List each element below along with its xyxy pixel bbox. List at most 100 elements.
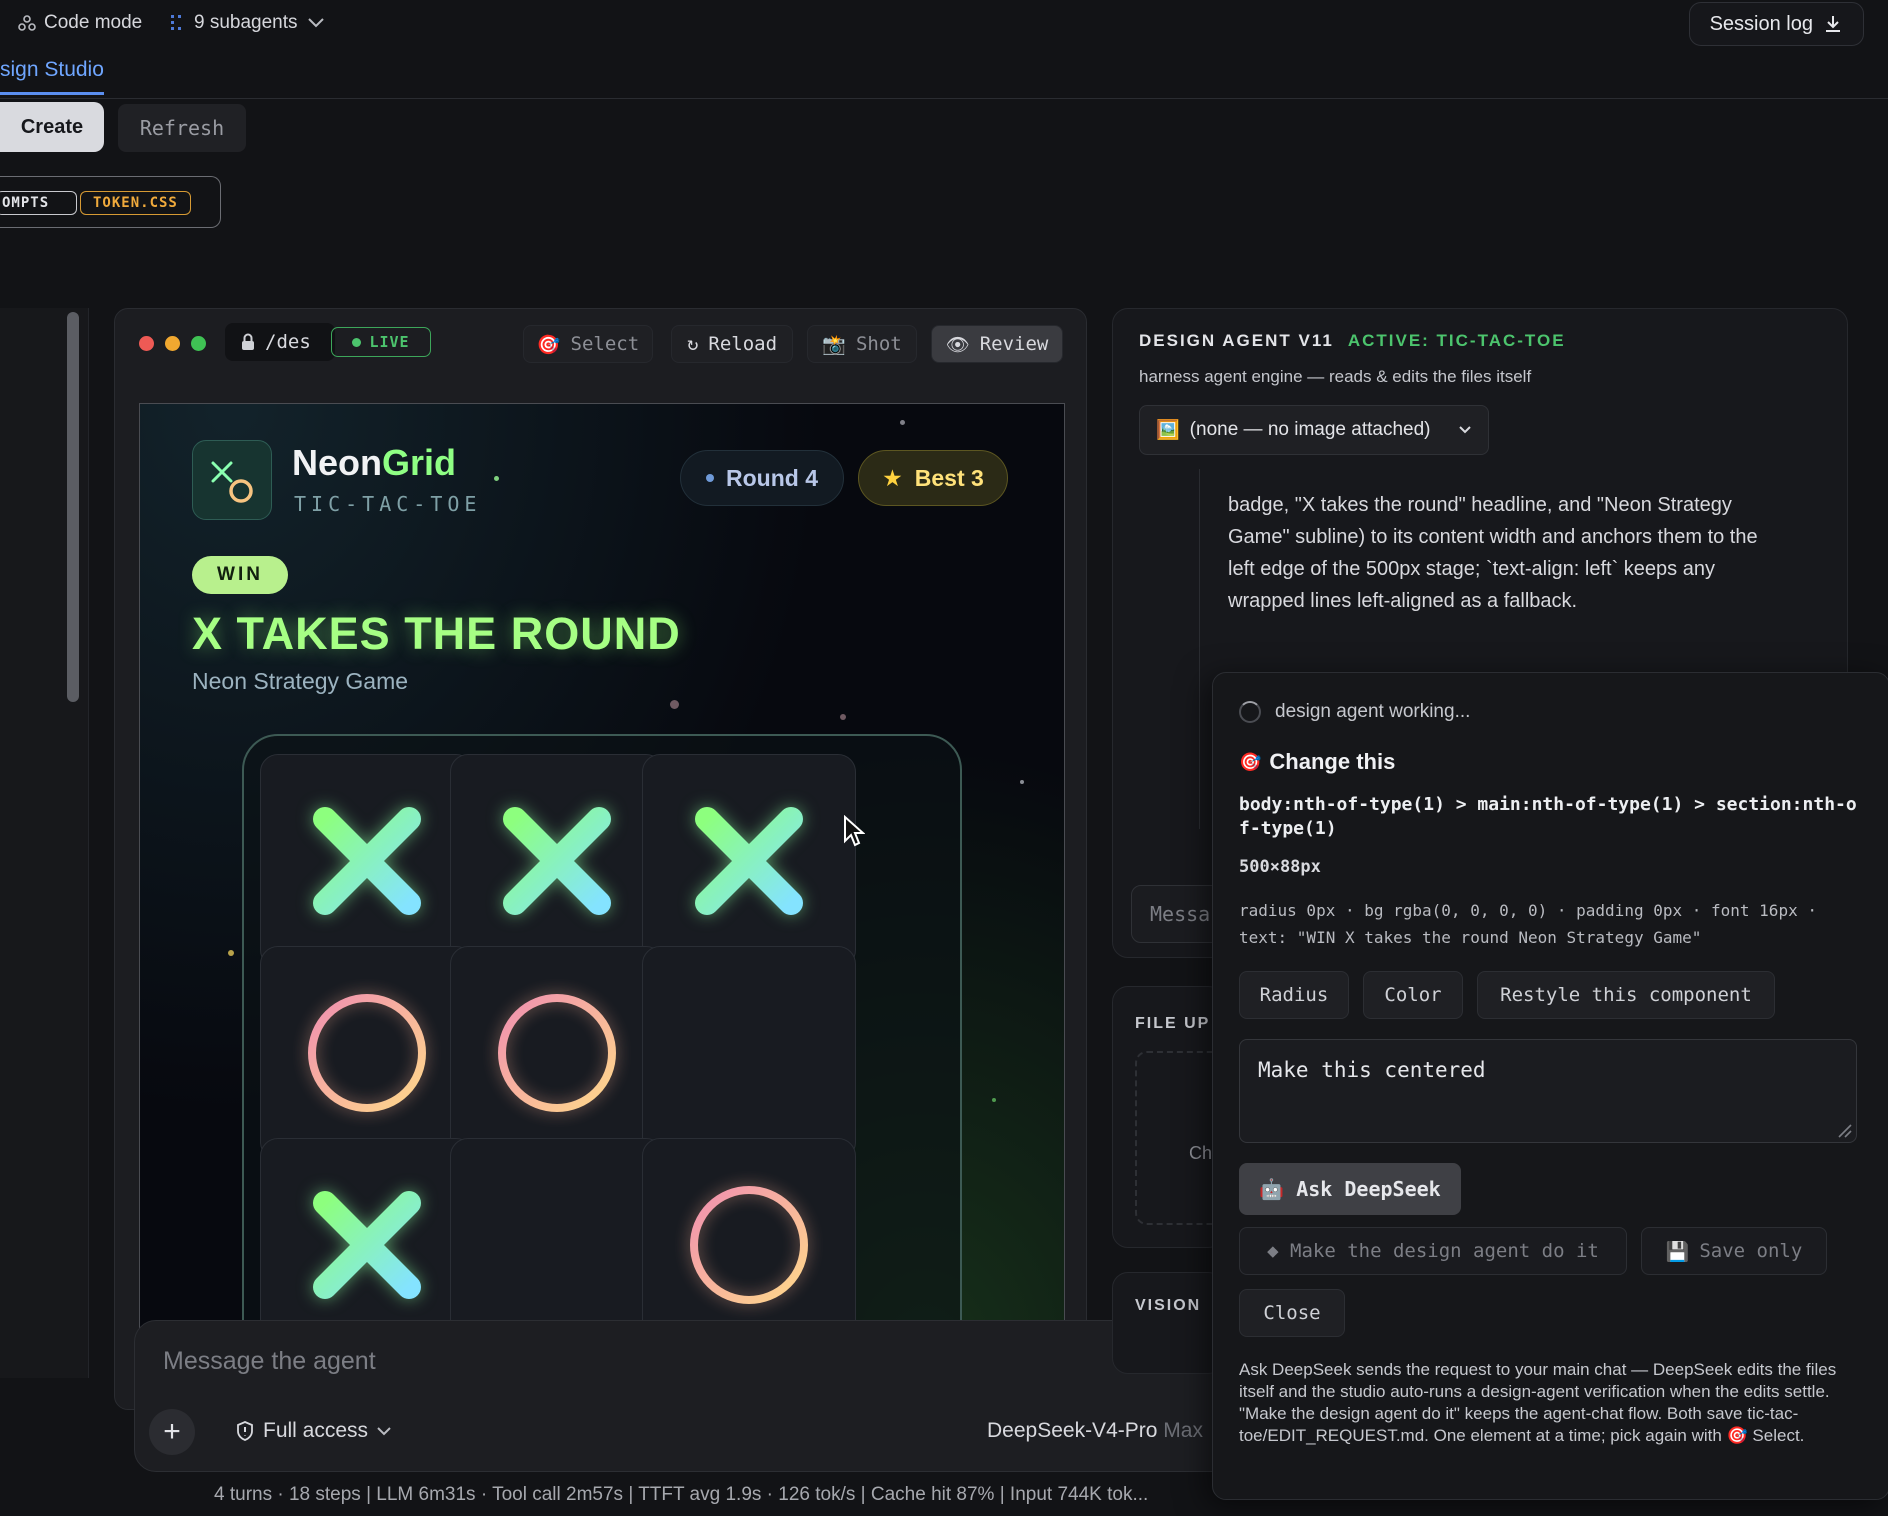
win-badge: WIN [192,556,288,594]
live-badge: LIVE [331,327,431,357]
select-label: Select [570,333,640,355]
review-button[interactable]: 👁 Review [931,325,1063,363]
create-button[interactable]: Create [0,102,104,152]
subagents-dropdown[interactable]: 9 subagents [170,12,326,34]
popup-help-text: Ask DeepSeek sends the request to your m… [1239,1360,1837,1445]
star-icon: ★ [882,464,903,491]
x-mark-icon [503,807,611,915]
shot-button[interactable]: 📸 Shot [807,325,917,363]
change-request-popup: design agent working... 🎯 Change this bo… [1212,672,1888,1500]
ask-deepseek-button[interactable]: 🤖 Ask DeepSeek [1239,1163,1461,1215]
add-attachment-button[interactable]: + [149,1409,195,1455]
radius-button[interactable]: Radius [1239,971,1349,1019]
chevron-down-icon [377,1427,391,1436]
refresh-button[interactable]: Refresh [118,104,246,152]
board-cell[interactable] [260,754,474,968]
o-mark-icon [498,994,616,1112]
resize-handle-icon[interactable] [1835,1121,1853,1139]
working-label: design agent working... [1275,701,1471,722]
save-only-label: Save only [1699,1240,1803,1262]
chip-prompts[interactable]: OMPTS [0,191,77,215]
board-cell[interactable] [450,946,664,1160]
window-minimize-dot[interactable] [165,336,180,351]
reload-button[interactable]: ↻ Reload [671,325,793,363]
agent-active-label: ACTIVE: TIC-TAC-TOE [1347,331,1566,350]
save-only-button[interactable]: 💾 Save only [1641,1227,1827,1275]
chip-token-css[interactable]: TOKEN.CSS [80,191,191,215]
element-dimensions: 500×88px [1239,857,1321,877]
model-selector[interactable]: DeepSeek-V4-Pro Max [987,1419,1203,1443]
round-label: Round 4 [726,464,818,491]
game-stage: NeonGrid TIC-TAC-TOE Round 4 ★ Best 3 WI… [139,403,1065,1405]
spinner-icon [1239,701,1261,723]
subagents-icon [171,15,181,30]
access-label: Full access [263,1419,369,1442]
top-bar: Code mode 9 subagents Session log [0,0,1888,46]
board-cell[interactable] [260,946,474,1160]
round-pill: Round 4 [680,450,844,506]
model-name: DeepSeek-V4-Pro [987,1419,1158,1442]
element-properties: radius 0px · bg rgba(0, 0, 0, 0) · paddi… [1239,901,1817,947]
board-cell[interactable] [450,754,664,968]
left-scrollbar[interactable] [67,312,79,702]
message-composer: Message the agent + Full access DeepSeek… [134,1320,1256,1472]
agent-description: harness agent engine — reads & edits the… [1139,367,1532,386]
target-icon: 🎯 [536,333,561,356]
address-bar[interactable]: /des [225,323,335,361]
eye-icon: 👁 [945,333,970,356]
sparkle [228,950,234,956]
camera-icon: 📸 [822,333,846,356]
code-mode-label: Code mode [44,12,143,33]
shot-label: Shot [855,333,902,355]
sparkle [670,700,679,709]
address-text: /des [265,331,311,353]
ask-deepseek-label: Ask DeepSeek [1296,1177,1441,1201]
css-selector: body:nth-of-type(1) > main:nth-of-type(1… [1239,794,1857,839]
agent-input-placeholder: Messa [1150,902,1211,926]
x-mark-icon [313,807,421,915]
board-cell[interactable] [642,946,856,1160]
floppy-disk-icon: 💾 [1665,1240,1690,1263]
code-mode-toggle[interactable]: Code mode [18,12,142,34]
select-button[interactable]: 🎯 Select [523,325,653,363]
review-label: Review [979,333,1049,355]
vision-title: VISION [1135,1297,1202,1314]
popup-title-label: Change this [1269,749,1396,774]
x-mark-icon [695,807,803,915]
restyle-component-button[interactable]: Restyle this component [1477,971,1775,1019]
live-label: LIVE [369,333,410,351]
tab-design-studio[interactable]: sign Studio [0,58,104,95]
message-input[interactable]: Message the agent [163,1347,376,1376]
change-request-textarea[interactable]: Make this centered [1239,1039,1857,1143]
model-suffix: Max [1163,1419,1203,1442]
close-button[interactable]: Close [1239,1289,1345,1337]
color-button[interactable]: Color [1363,971,1463,1019]
popup-title: 🎯 Change this [1239,749,1395,775]
sparkle [840,714,846,720]
live-dot-icon [352,337,362,347]
sparkle [1020,780,1024,784]
download-icon [1826,16,1840,32]
preview-window: /des LIVE 🎯 Select ↻ Reload 📸 Shot 👁 Rev… [114,308,1087,1410]
make-design-agent-do-it-button[interactable]: ◆ Make the design agent do it [1239,1227,1627,1275]
shield-icon [237,1421,253,1441]
access-dropdown[interactable]: Full access [235,1419,392,1443]
file-upload-title: FILE UP [1135,1015,1211,1032]
window-maximize-dot[interactable] [191,336,206,351]
lock-icon [242,333,254,350]
brand-part-a: Neon [292,442,382,483]
round-headline: X TAKES THE ROUND [192,608,681,659]
brand-title: NeonGrid [292,442,456,484]
picture-icon: 🖼️ [1156,420,1180,441]
best-pill: ★ Best 3 [858,450,1008,506]
session-log-button[interactable]: Session log [1688,2,1864,46]
chevron-down-icon [1459,426,1471,434]
reload-icon: ↻ [686,333,699,355]
image-select-value: (none — no image attached) [1189,419,1431,440]
sparkle [494,476,499,481]
best-label: Best 3 [914,464,984,491]
board-cell[interactable] [642,754,856,968]
image-select[interactable]: 🖼️ (none — no image attached) [1139,405,1489,455]
mouse-cursor-icon [844,815,865,847]
window-close-dot[interactable] [139,336,154,351]
